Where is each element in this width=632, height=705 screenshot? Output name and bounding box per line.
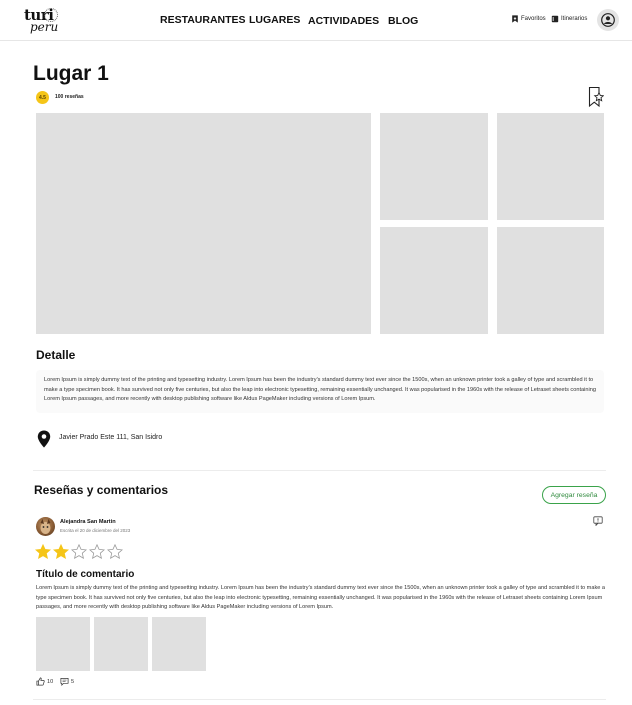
- itineraries-link[interactable]: Itinerarios: [551, 15, 587, 23]
- review-author[interactable]: Alejandra San Martin: [60, 519, 116, 525]
- place-address: Javier Prado Este 111, San Isidro: [59, 434, 163, 441]
- turi-peru-logo[interactable]: turi peru: [22, 6, 62, 36]
- review-photo[interactable]: [152, 617, 206, 671]
- star-empty-icon: [107, 544, 123, 560]
- comments-count: 5: [71, 678, 75, 685]
- gallery-photo[interactable]: [497, 113, 604, 220]
- book-icon: [551, 15, 559, 23]
- avatar-image: [40, 519, 51, 534]
- user-icon: [601, 13, 615, 27]
- review-date: Escrita el 20 de diciembre del 2023: [60, 528, 131, 533]
- review-title: Título de comentario: [36, 569, 135, 580]
- nav-lugares[interactable]: LUGARES: [249, 14, 300, 26]
- itineraries-label: Itinerarios: [561, 16, 588, 22]
- review-photo[interactable]: [36, 617, 90, 671]
- gallery-photo[interactable]: [380, 227, 488, 334]
- star-empty-icon: [89, 544, 105, 560]
- report-icon[interactable]: [593, 516, 603, 526]
- reviews-count[interactable]: 100 reseñas: [55, 94, 84, 100]
- gallery-photo[interactable]: [380, 113, 488, 220]
- nav-blog[interactable]: BLOG: [388, 15, 418, 27]
- review-body: Lorem Ipsum is simply dummy text of the …: [36, 585, 606, 611]
- review-star-rating: [35, 544, 123, 560]
- like-button[interactable]: 10: [36, 677, 53, 686]
- likes-count: 10: [47, 678, 54, 685]
- review-photo[interactable]: [94, 617, 148, 671]
- section-divider: [33, 470, 606, 471]
- star-filled-icon: [35, 544, 51, 560]
- location-pin-icon: [37, 430, 51, 448]
- detail-description: Lorem Ipsum is simply dummy text of the …: [36, 370, 604, 413]
- section-divider: [33, 699, 606, 700]
- place-title: Lugar 1: [33, 62, 109, 85]
- gallery-main-photo[interactable]: [36, 113, 371, 334]
- thumbs-up-icon: [36, 677, 45, 686]
- comments-button[interactable]: 5: [60, 677, 74, 686]
- star-empty-icon: [71, 544, 87, 560]
- logo-sub-text: peru: [30, 20, 59, 34]
- bookmark-star-icon[interactable]: [588, 86, 604, 108]
- detail-heading: Detalle: [36, 348, 76, 362]
- star-filled-icon: [53, 544, 69, 560]
- bookmark-star-icon: [512, 15, 518, 23]
- avatar: [36, 517, 55, 536]
- gallery-photo[interactable]: [497, 227, 604, 334]
- rating-badge: 4.5: [36, 91, 49, 104]
- favorites-link[interactable]: Favoritos: [511, 15, 546, 23]
- add-review-button[interactable]: Agregar reseña: [542, 486, 606, 504]
- top-header: turi peru RESTAURANTES LUGARES ACTIVIDAD…: [0, 0, 632, 41]
- user-account-button[interactable]: [597, 9, 619, 31]
- favorites-label: Favoritos: [521, 16, 546, 22]
- nav-restaurantes[interactable]: RESTAURANTES: [160, 14, 246, 26]
- comment-icon: [60, 677, 69, 686]
- reviews-heading: Reseñas y comentarios: [34, 483, 169, 497]
- nav-actividades[interactable]: ACTIVIDADES: [308, 15, 379, 27]
